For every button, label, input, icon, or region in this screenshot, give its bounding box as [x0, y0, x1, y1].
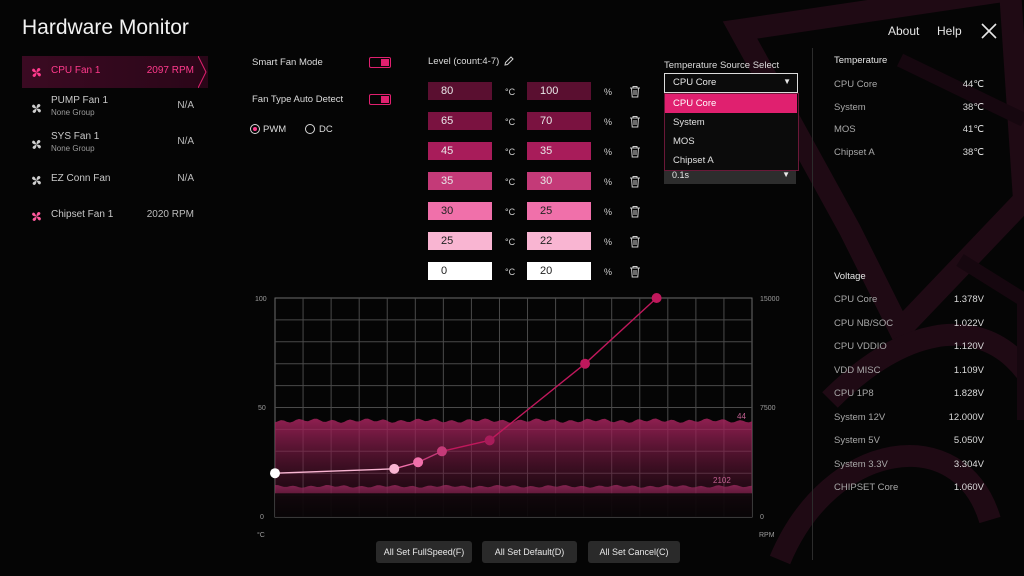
curve-point [651, 293, 662, 303]
curve-point [580, 358, 591, 369]
curve-point [484, 435, 495, 446]
all-set-fullspeed-button[interactable]: All Set FullSpeed(F) [376, 541, 472, 563]
fan-curve-chart[interactable]: 44 2102 [0, 0, 1024, 576]
temp-readout: 44 [737, 412, 746, 421]
all-set-default-button[interactable]: All Set Default(D) [482, 541, 577, 563]
rpm-history-mask [275, 493, 752, 517]
curve-point [413, 457, 424, 468]
rpm-readout: 2102 [713, 476, 731, 485]
curve-point [389, 463, 400, 474]
history-bands [275, 418, 752, 517]
curve-point [270, 468, 280, 479]
curve-segment [584, 297, 658, 365]
curve-point [436, 446, 447, 457]
all-set-cancel-button[interactable]: All Set Cancel(C) [588, 541, 680, 563]
